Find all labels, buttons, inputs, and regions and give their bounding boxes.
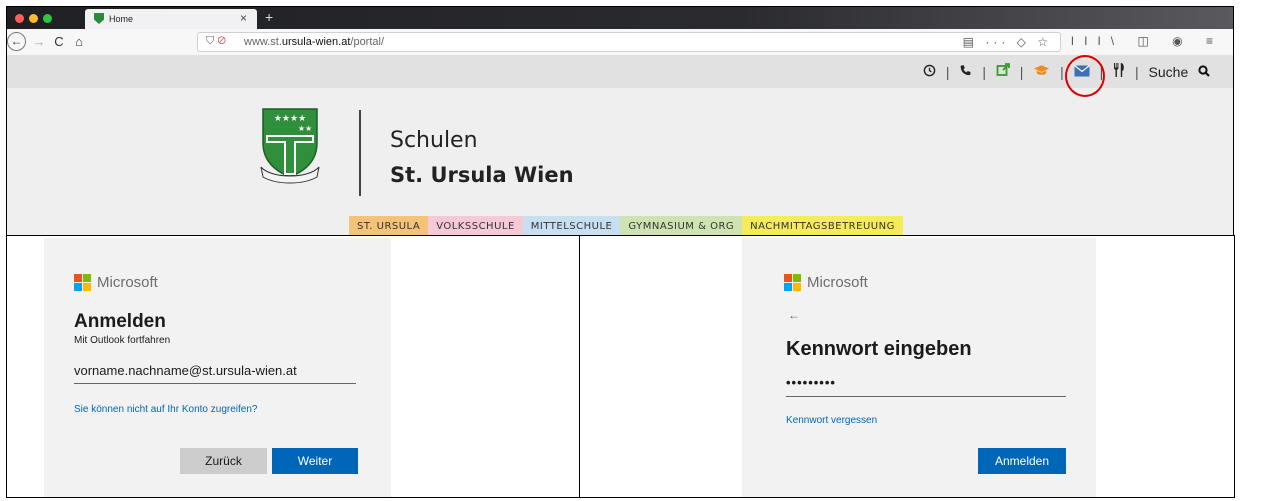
separator: | <box>1019 64 1024 80</box>
site-favicon-icon <box>94 13 104 24</box>
back-button[interactable]: ← <box>7 32 26 51</box>
search-icon[interactable] <box>1194 64 1210 80</box>
browser-screenshot-panel: Home × + ← → C ⌂ ⛉ ⊘ www.st.ursula-wien.… <box>6 6 1234 236</box>
password-card: Microsoft ← Kennwort eingeben ••••••••• … <box>742 238 1096 497</box>
microsoft-logo-icon <box>74 274 91 291</box>
tab-bar: Home × + <box>7 7 1233 29</box>
close-window-button[interactable] <box>15 14 24 23</box>
account-icon[interactable]: ◉ <box>1172 34 1192 48</box>
microsoft-brand: Microsoft <box>807 274 868 291</box>
separator: | <box>945 64 950 80</box>
browser-tab-home[interactable]: Home × <box>85 9 257 29</box>
next-button[interactable]: Weiter <box>272 448 358 474</box>
microsoft-logo: Microsoft <box>74 274 158 291</box>
new-tab-button[interactable]: + <box>265 9 273 25</box>
signin-screenshot-panel: Microsoft Anmelden Mit Outlook fortfahre… <box>6 235 580 498</box>
microsoft-logo-icon <box>784 274 801 291</box>
account-access-link[interactable]: Sie können nicht auf Ihr Konto zugreifen… <box>74 404 257 415</box>
forward-button[interactable]: → <box>29 32 49 52</box>
menu-item-mittelschule[interactable]: MITTELSCHULE <box>522 216 621 235</box>
hamburger-menu-icon[interactable]: ≡ <box>1206 34 1223 48</box>
browser-tool-icons: III\ ◫ ◉ ≡ <box>1071 34 1223 48</box>
signin-card: Microsoft Anmelden Mit Outlook fortfahre… <box>44 238 391 497</box>
url-bar[interactable]: ⛉ ⊘ www.st.ursula-wien.at/portal/ ▤ ··· … <box>197 32 1061 52</box>
sidebar-icon[interactable]: ◫ <box>1137 34 1158 48</box>
external-link-icon[interactable] <box>996 63 1014 80</box>
reader-view-icon[interactable]: ▤ <box>963 35 978 49</box>
svg-text:★★★★: ★★★★ <box>274 114 306 124</box>
reload-button[interactable]: C <box>49 32 69 52</box>
navigation-toolbar: ← → C ⌂ ⛉ ⊘ www.st.ursula-wien.at/portal… <box>7 29 1233 56</box>
tab-close-icon[interactable]: × <box>240 11 247 25</box>
school-brand-line2: St. Ursula Wien <box>390 163 574 187</box>
library-icon[interactable]: III\ <box>1071 34 1124 48</box>
site-utility-bar: | | | | | | Suche <box>7 55 1233 88</box>
site-header: ★★★★ ★★ Schulen St. Ursula Wien ST. URSU… <box>7 88 1233 235</box>
password-title: Kennwort eingeben <box>786 338 972 360</box>
back-button[interactable]: Zurück <box>180 448 267 474</box>
password-field[interactable]: ••••••••• <box>786 375 1066 397</box>
microsoft-logo: Microsoft <box>784 274 868 291</box>
menu-item-st-ursula[interactable]: ST. URSULA <box>349 216 429 235</box>
home-button[interactable]: ⌂ <box>69 32 89 52</box>
menu-item-volksschule[interactable]: VOLKSSCHULE <box>428 216 523 235</box>
menu-item-nachmittagsbetreuung[interactable]: NACHMITTAGSBETREUUNG <box>742 216 903 235</box>
menu-item-gymnasium-org[interactable]: GYMNASIUM & ORG <box>620 216 743 235</box>
phone-icon[interactable] <box>959 64 976 80</box>
signin-subtitle: Mit Outlook fortfahren <box>74 335 171 346</box>
microsoft-brand: Microsoft <box>97 274 158 291</box>
school-brand-line1: Schulen <box>390 128 478 153</box>
search-label[interactable]: Suche <box>1149 64 1189 80</box>
mail-highlight-circle <box>1065 55 1105 97</box>
tracking-protection-icon[interactable]: ⛉ ⊘ <box>206 35 226 48</box>
svg-text:★★: ★★ <box>298 124 312 133</box>
back-arrow-icon[interactable]: ← <box>788 308 800 322</box>
forgot-password-link[interactable]: Kennwort vergessen <box>786 415 877 426</box>
url-text[interactable]: www.st.ursula-wien.at/portal/ <box>244 36 384 48</box>
url-actions: ▤ ··· ◇ ☆ <box>963 35 1052 49</box>
clock-icon[interactable] <box>923 64 940 80</box>
cutlery-icon[interactable] <box>1113 63 1129 80</box>
signin-submit-button[interactable]: Anmelden <box>978 448 1066 474</box>
separator: | <box>1135 64 1139 80</box>
password-screenshot-panel: Microsoft ← Kennwort eingeben ••••••••• … <box>579 235 1235 498</box>
school-menu: ST. URSULA VOLKSSCHULE MITTELSCHULE GYMN… <box>349 216 903 235</box>
maximize-window-button[interactable] <box>43 14 52 23</box>
separator: | <box>982 64 986 80</box>
header-divider <box>359 110 361 196</box>
minimize-window-button[interactable] <box>29 14 38 23</box>
separator: | <box>1060 64 1064 80</box>
bookmark-star-icon[interactable]: ☆ <box>1037 35 1052 49</box>
email-field[interactable]: vorname.nachname@st.ursula-wien.at <box>74 363 356 384</box>
tab-title: Home <box>109 14 134 24</box>
page-actions-icon[interactable]: ··· <box>985 35 1009 49</box>
signin-title: Anmelden <box>74 311 166 332</box>
graduation-cap-icon[interactable] <box>1033 64 1054 80</box>
pocket-icon[interactable]: ◇ <box>1017 35 1030 49</box>
school-crest-logo[interactable]: ★★★★ ★★ <box>255 105 325 185</box>
